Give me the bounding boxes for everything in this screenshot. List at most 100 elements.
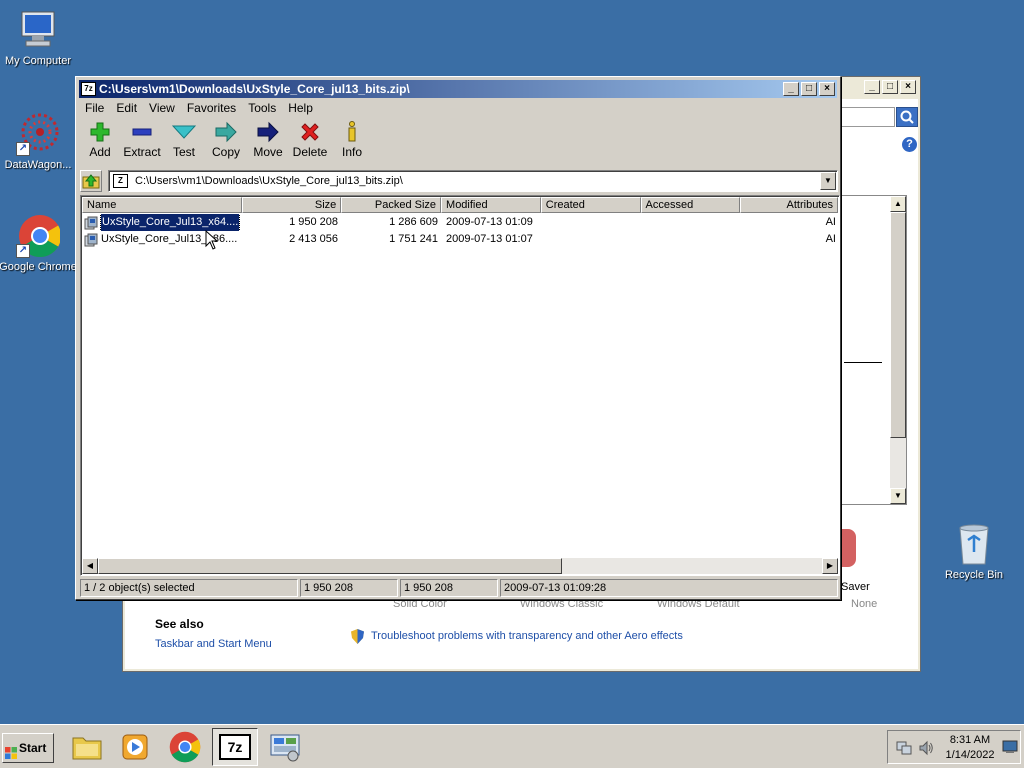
info-button[interactable]: Info xyxy=(331,119,373,167)
file-accessed xyxy=(642,214,742,231)
maximize-button[interactable]: □ xyxy=(882,80,898,94)
close-button[interactable]: × xyxy=(900,80,916,94)
desktop-icon-recycle-bin[interactable]: Recycle Bin xyxy=(934,522,1014,581)
chrome-icon xyxy=(169,731,201,763)
file-icon xyxy=(84,216,98,230)
see-also-heading: See also xyxy=(155,617,204,631)
scroll-left-button[interactable]: ◀ xyxy=(82,558,98,574)
shortcut-arrow-icon: ↗ xyxy=(16,244,30,258)
menu-help[interactable]: Help xyxy=(282,99,319,117)
chevron-down-icon[interactable]: ▼ xyxy=(820,172,836,190)
add-button[interactable]: Add xyxy=(79,119,121,167)
taskbar-7zip[interactable]: 7z xyxy=(212,728,258,766)
test-button[interactable]: Test xyxy=(163,119,205,167)
file-created xyxy=(542,214,642,231)
delete-label: Delete xyxy=(292,145,328,159)
desktop-icon-my-computer[interactable]: My Computer xyxy=(0,8,78,67)
status-size: 1 950 208 xyxy=(300,579,398,597)
menu-favorites[interactable]: Favorites xyxy=(181,99,242,117)
folder-up-button[interactable] xyxy=(80,170,102,192)
column-header-size[interactable]: Size xyxy=(241,197,342,213)
recycle-bin-icon xyxy=(952,522,996,566)
7zip-app-icon: 7z xyxy=(81,82,96,96)
column-header-accessed[interactable]: Accessed xyxy=(640,197,741,213)
search-icon[interactable] xyxy=(896,107,918,127)
column-header-name[interactable]: Name xyxy=(82,197,242,213)
column-header-attributes[interactable]: Attributes xyxy=(740,197,838,213)
search-box[interactable] xyxy=(841,107,895,127)
file-attributes: AI xyxy=(825,233,836,245)
help-icon[interactable]: ? xyxy=(902,137,917,152)
scroll-up-button[interactable]: ▲ xyxy=(890,196,906,212)
minus-icon xyxy=(132,128,152,136)
move-button[interactable]: Move xyxy=(247,119,289,167)
column-header-created[interactable]: Created xyxy=(540,197,641,213)
screensaver-label[interactable]: Saver xyxy=(841,581,870,593)
7zip-window[interactable]: 7z C:\Users\vm1\Downloads\UxStyle_Core_j… xyxy=(75,76,841,600)
minimize-button[interactable]: _ xyxy=(864,80,880,94)
test-label: Test xyxy=(172,145,195,159)
scroll-thumb[interactable] xyxy=(98,558,562,574)
scroll-down-button[interactable]: ▼ xyxy=(890,488,906,504)
address-field[interactable]: Z C:\Users\vm1\Downloads\UxStyle_Core_ju… xyxy=(108,170,838,192)
plus-icon xyxy=(90,122,110,142)
shield-icon xyxy=(351,629,364,644)
network-icon[interactable] xyxy=(896,740,912,759)
delete-x-icon xyxy=(301,123,319,141)
taskbar: Start 7z 8:31 AM 1/14/2022 xyxy=(0,724,1024,768)
maximize-button[interactable]: □ xyxy=(801,82,817,96)
horizontal-scrollbar[interactable]: ◀ ▶ xyxy=(82,558,838,574)
status-selection: 1 / 2 object(s) selected xyxy=(80,579,298,597)
minimize-button[interactable]: _ xyxy=(783,82,799,96)
toolbar: Add Extract Test Copy Move Delete Info xyxy=(79,119,373,167)
start-button[interactable]: Start xyxy=(2,733,54,763)
window-controls: _ □ × xyxy=(783,82,835,96)
info-icon xyxy=(348,121,356,142)
desktop-icon-google-chrome[interactable]: ↗ Google Chrome xyxy=(0,214,78,273)
volume-icon[interactable] xyxy=(918,740,934,759)
clock[interactable]: 8:31 AM 1/14/2022 xyxy=(942,733,998,763)
row-name-cell: UxStyle_Core_Jul13_x64.... xyxy=(82,214,242,231)
menu-edit[interactable]: Edit xyxy=(110,99,143,117)
7zip-icon: 7z xyxy=(219,734,251,760)
taskbar-file-explorer[interactable] xyxy=(64,728,110,766)
delete-button[interactable]: Delete xyxy=(289,119,331,167)
background-window-controls: _ □ × xyxy=(864,80,916,94)
media-player-icon xyxy=(122,734,148,760)
table-row[interactable]: UxStyle_Core_Jul13_x86.... 2 413 056 1 7… xyxy=(82,231,839,248)
vertical-scrollbar[interactable]: ▲ ▼ xyxy=(890,196,906,504)
title-bar[interactable]: 7z C:\Users\vm1\Downloads\UxStyle_Core_j… xyxy=(79,80,837,98)
show-desktop-icon[interactable] xyxy=(1002,740,1018,757)
add-label: Add xyxy=(89,145,111,159)
scroll-thumb[interactable] xyxy=(890,212,906,438)
zip-file-icon: Z xyxy=(113,174,128,188)
control-panel-icon xyxy=(270,734,300,762)
theme-list[interactable]: ▲ ▼ xyxy=(841,195,907,505)
menu-tools[interactable]: Tools xyxy=(242,99,282,117)
menu-view[interactable]: View xyxy=(143,99,181,117)
file-list[interactable]: Name Size Packed Size Modified Created A… xyxy=(80,195,840,576)
taskbar-chrome[interactable] xyxy=(162,728,208,766)
table-row[interactable]: UxStyle_Core_Jul13_x64.... 1 950 208 1 2… xyxy=(82,214,839,231)
scroll-right-button[interactable]: ▶ xyxy=(822,558,838,574)
file-size: 1 950 208 xyxy=(289,216,338,228)
taskbar-media-player[interactable] xyxy=(112,728,158,766)
mouse-cursor-icon xyxy=(205,229,219,250)
file-modified: 2009-07-13 01:09 xyxy=(446,216,533,228)
system-tray: 8:31 AM 1/14/2022 xyxy=(887,730,1021,764)
troubleshoot-link[interactable]: Troubleshoot problems with transparency … xyxy=(371,630,683,642)
theme-list-divider xyxy=(844,362,882,363)
desktop-icon-datawagon[interactable]: ↗ DataWagon... xyxy=(0,112,78,171)
desktop-icon-label: My Computer xyxy=(4,55,72,67)
column-header-modified[interactable]: Modified xyxy=(441,197,541,213)
taskbar-control-panel[interactable] xyxy=(262,728,308,766)
see-also-link[interactable]: Taskbar and Start Menu xyxy=(155,638,272,650)
shortcut-arrow-icon: ↗ xyxy=(16,142,30,156)
screensaver-preview-icon[interactable] xyxy=(842,529,856,567)
menu-file[interactable]: File xyxy=(79,99,110,117)
copy-button[interactable]: Copy xyxy=(205,119,247,167)
extract-button[interactable]: Extract xyxy=(121,119,163,167)
close-button[interactable]: × xyxy=(819,82,835,96)
clock-date: 1/14/2022 xyxy=(945,749,995,761)
column-header-packed-size[interactable]: Packed Size xyxy=(341,197,442,213)
